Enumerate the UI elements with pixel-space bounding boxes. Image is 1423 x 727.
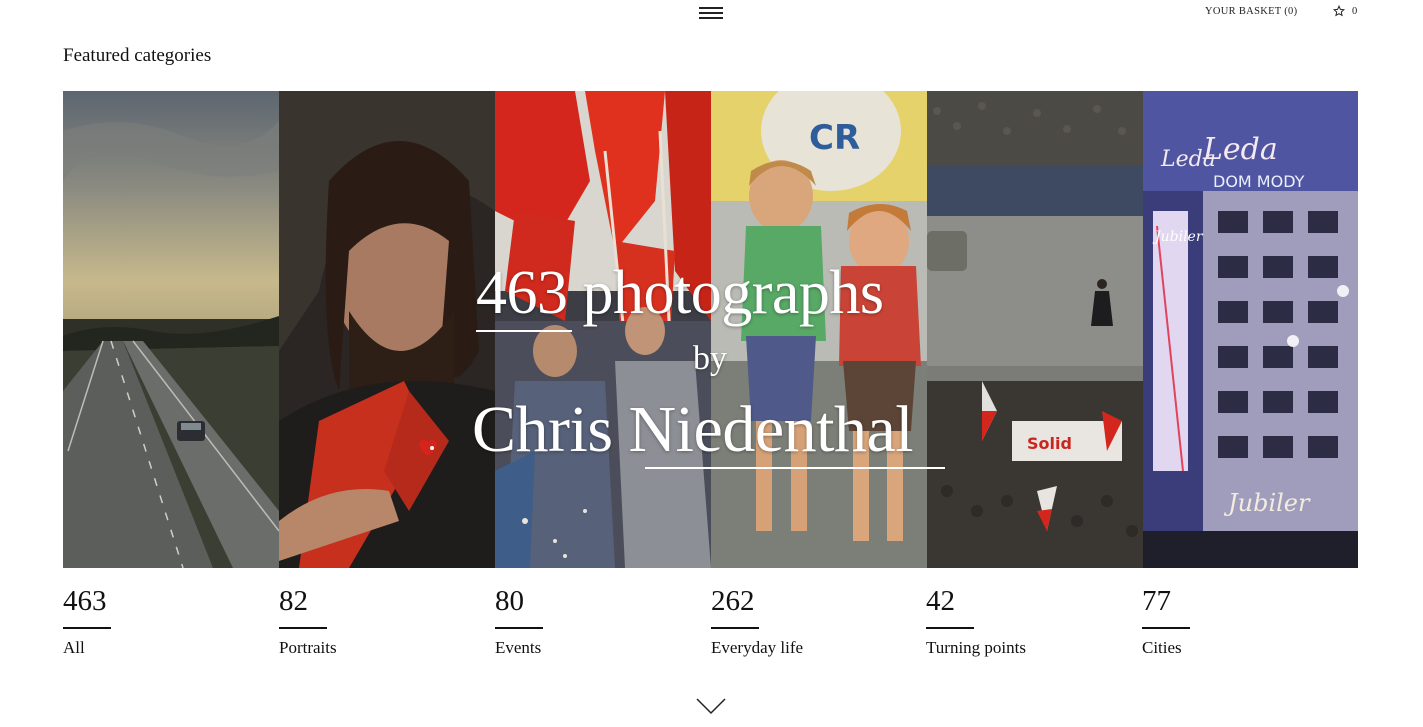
star-icon	[1333, 5, 1345, 17]
category-label: All	[63, 637, 85, 657]
category-link-all[interactable]: 463 All	[63, 584, 278, 658]
category-divider	[495, 627, 543, 629]
svg-text:Leda: Leda	[1202, 132, 1278, 167]
category-link-events[interactable]: 80 Events	[495, 584, 710, 658]
category-image-turning-points[interactable]: Solid	[927, 91, 1143, 568]
category-count: 42	[926, 585, 955, 617]
page: YOUR BASKET (0) 0 Featured categories CR…	[0, 0, 1423, 727]
favourites-link[interactable]: 0	[1333, 5, 1357, 17]
svg-text:DOM MODY: DOM MODY	[1213, 172, 1305, 191]
category-image-all[interactable]	[63, 91, 279, 568]
category-image-cities[interactable]: Leda Leda DOM MODY Jubiler Jubiler	[1143, 91, 1358, 568]
category-divider	[63, 627, 111, 629]
category-divider	[1142, 627, 1190, 629]
category-label: Turning points	[926, 637, 1026, 657]
category-link-portraits[interactable]: 82 Portraits	[279, 584, 494, 658]
svg-text:Jubiler: Jubiler	[1223, 489, 1311, 517]
category-divider	[279, 627, 327, 629]
favourites-count: 0	[1352, 5, 1358, 17]
svg-text:Solid: Solid	[1027, 434, 1072, 453]
category-count: 463	[63, 585, 107, 617]
chevron-down-icon[interactable]	[695, 696, 727, 716]
category-count: 262	[711, 585, 755, 617]
section-title: Featured categories	[63, 45, 212, 66]
category-link-everyday-life[interactable]: 262 Everyday life	[711, 584, 926, 658]
category-link-turning-points[interactable]: 42 Turning points	[926, 584, 1141, 658]
category-image-portraits[interactable]	[279, 91, 495, 568]
category-divider	[926, 627, 974, 629]
category-label: Portraits	[279, 637, 337, 657]
category-image-events[interactable]	[495, 91, 711, 568]
category-count: 80	[495, 585, 524, 617]
category-label: Events	[495, 637, 542, 657]
svg-text:Jubiler: Jubiler	[1152, 229, 1204, 245]
svg-text:CR: CR	[809, 118, 860, 158]
category-count: 77	[1142, 585, 1171, 617]
category-label: Everyday life	[711, 637, 804, 657]
category-count: 82	[279, 585, 308, 617]
basket-link[interactable]: YOUR BASKET (0)	[1205, 6, 1297, 17]
category-link-cities[interactable]: 77 Cities	[1142, 584, 1357, 658]
category-divider	[711, 627, 759, 629]
category-label: Cities	[1142, 637, 1182, 657]
category-photo-strip: CR Solid Leda Leda DOM MODY Jubiler Jubi…	[63, 91, 1358, 568]
category-image-everyday-life[interactable]: CR	[711, 91, 927, 568]
hamburger-menu-icon[interactable]	[699, 6, 723, 20]
